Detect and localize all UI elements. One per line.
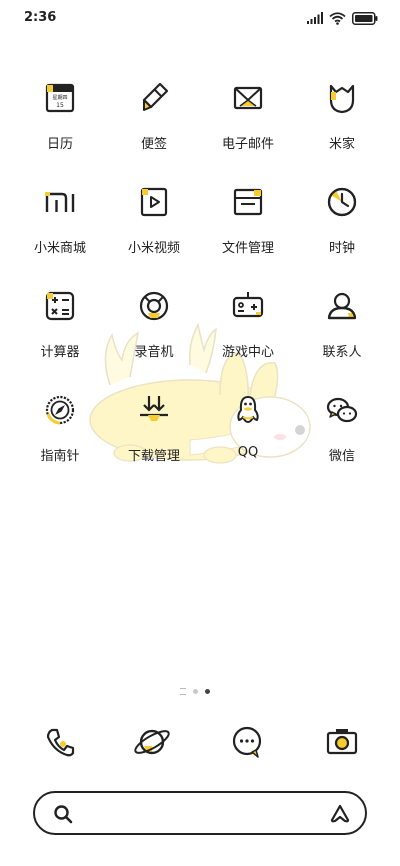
app-file-manager[interactable]: 文件管理 — [198, 182, 298, 272]
app-label: 联系人 — [322, 345, 362, 360]
camera-icon[interactable] — [320, 720, 364, 764]
mijia-icon — [329, 84, 355, 114]
app-label: 时钟 — [328, 241, 355, 256]
page-dot-current[interactable] — [205, 688, 210, 694]
signal-icon — [307, 12, 323, 24]
page-dot[interactable] — [193, 688, 198, 694]
app-calculator[interactable]: 计算器 — [10, 286, 110, 376]
mi-store-icon — [45, 192, 75, 212]
game-center-icon — [232, 292, 264, 318]
notes-icon — [142, 82, 169, 111]
calendar-day: 15 — [56, 102, 64, 109]
battery-icon — [352, 11, 378, 25]
app-email[interactable]: 电子邮件 — [198, 78, 298, 168]
search-icon[interactable] — [53, 804, 73, 824]
app-label: 计算器 — [40, 345, 80, 360]
messages-icon[interactable] — [225, 720, 269, 764]
app-label: 便签 — [140, 137, 167, 152]
app-label: 微信 — [328, 449, 355, 464]
calendar-icon: 星期四 15 — [45, 83, 75, 113]
app-mi-store[interactable]: 小米商城 — [10, 182, 110, 272]
email-icon — [233, 86, 263, 110]
app-label: 米家 — [328, 137, 355, 152]
app-label: 游戏中心 — [221, 345, 274, 360]
app-video[interactable]: 小米视频 — [104, 182, 204, 272]
wifi-icon — [329, 11, 346, 25]
app-notes[interactable]: 便签 — [104, 78, 204, 168]
app-mijia[interactable]: 米家 — [292, 78, 392, 168]
dock — [0, 720, 400, 764]
app-label: 指南针 — [40, 449, 80, 464]
clock-icon — [327, 187, 357, 217]
status-icons — [307, 10, 378, 26]
app-label: 小米商城 — [33, 241, 86, 256]
status-bar: 2:36 — [0, 0, 400, 36]
calendar-weekday: 星期四 — [52, 95, 67, 101]
app-wechat[interactable]: 微信 — [292, 390, 392, 480]
recorder-icon — [139, 291, 169, 321]
compass-icon — [45, 395, 75, 425]
app-qq[interactable]: QQ — [198, 390, 298, 480]
app-label: 下载管理 — [127, 449, 180, 464]
page-dot-feed[interactable] — [180, 687, 186, 695]
app-calendar[interactable]: 星期四 15 日历 — [10, 78, 110, 168]
file-manager-icon — [233, 188, 263, 216]
app-game-center[interactable]: 游戏中心 — [198, 286, 298, 376]
browser-icon[interactable] — [130, 720, 174, 764]
qq-icon — [237, 396, 259, 423]
status-time: 2:36 — [24, 10, 57, 25]
assistant-icon[interactable] — [329, 803, 351, 825]
app-download-manager[interactable]: 下载管理 — [104, 390, 204, 480]
wechat-icon — [326, 397, 358, 423]
download-icon — [140, 396, 168, 421]
app-label: 录音机 — [134, 345, 174, 360]
app-label: 文件管理 — [221, 241, 274, 256]
video-icon — [140, 187, 168, 217]
app-recorder[interactable]: 录音机 — [104, 286, 204, 376]
app-label: 电子邮件 — [221, 137, 274, 152]
phone-icon[interactable] — [38, 720, 82, 764]
app-clock[interactable]: 时钟 — [292, 182, 392, 272]
page-indicator[interactable] — [180, 686, 220, 696]
app-compass[interactable]: 指南针 — [10, 390, 110, 480]
calculator-icon — [45, 291, 75, 321]
contacts-icon — [327, 292, 357, 320]
app-contacts[interactable]: 联系人 — [292, 286, 392, 376]
app-label: 小米视频 — [127, 241, 180, 256]
app-label: QQ — [237, 445, 259, 460]
search-bar[interactable] — [33, 791, 367, 835]
app-label: 日历 — [46, 137, 73, 152]
